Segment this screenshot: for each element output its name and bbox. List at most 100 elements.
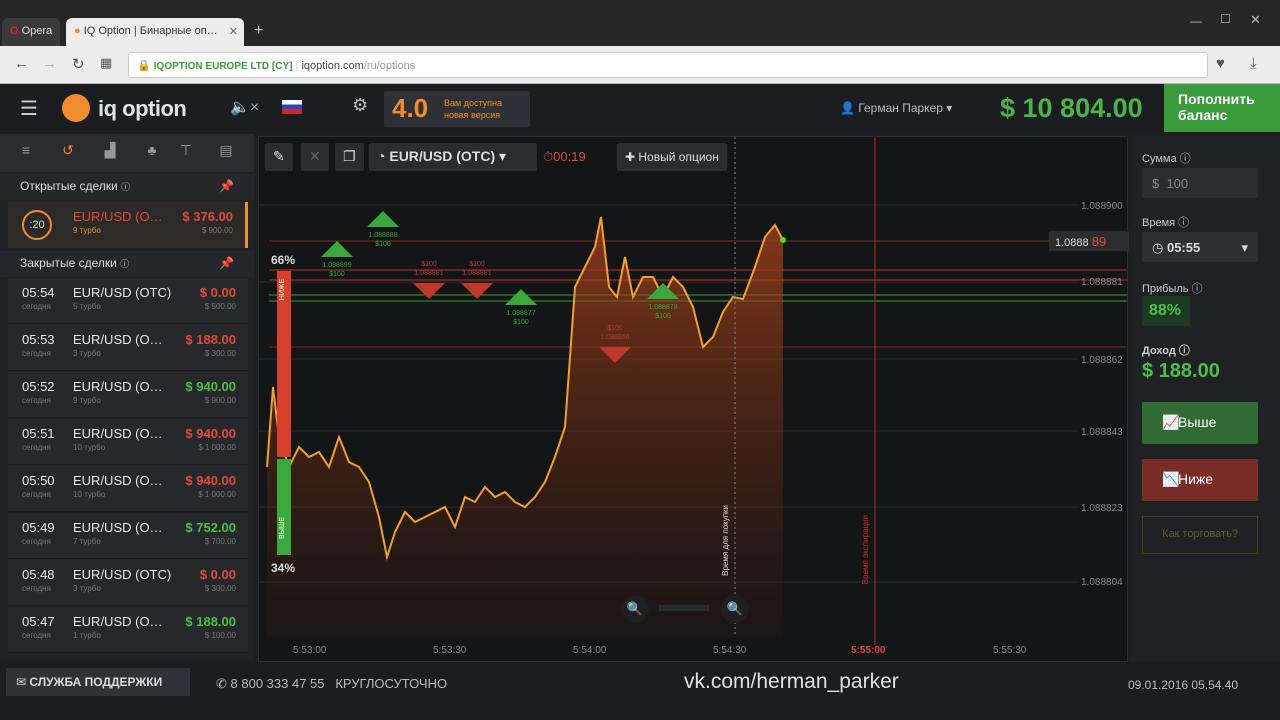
trade-asset: EUR/USD (O… — [73, 426, 163, 441]
trade-time: 05:51 — [22, 426, 55, 441]
trend-down-icon: 📉 — [1162, 471, 1180, 487]
closed-trade-row[interactable]: 05:52 сегодня EUR/USD (O… 9 турбо $ 940.… — [8, 372, 248, 418]
closed-trade-row[interactable]: 05:48 сегодня EUR/USD (OTC) 3 турбо $ 0.… — [8, 560, 248, 606]
user-menu[interactable]: 👤 Герман Паркер ▾ — [840, 101, 952, 115]
trades-panel: ≡ ↺ ▟ ♣ ⊤ ▤ Открытые сделки ⓘ 📌 :20 EUR/U… — [0, 134, 254, 660]
download-icon[interactable]: ⤓ — [1250, 55, 1257, 72]
menu-icon[interactable]: ☰ — [20, 96, 38, 121]
user-name: Герман Паркер — [858, 101, 943, 115]
lower-label: Ниже — [1178, 471, 1214, 487]
trade-sub: 10 турбо — [73, 443, 106, 452]
y-tick-label: 1.088843 — [1081, 427, 1123, 438]
iq-favicon: ● — [74, 25, 84, 37]
marker-price: 1.088881 — [414, 270, 443, 277]
forward-icon[interactable]: → — [42, 55, 57, 72]
url-host: iqoption.com — [301, 60, 364, 72]
trade-profit: $ 940.00 — [185, 426, 236, 441]
trade-profit: $ 188.00 — [185, 614, 236, 629]
browser-tab-bar: O Opera ● IQ Option | Бинарные оп… ✕ + —… — [0, 0, 1280, 46]
trade-day: сегодня — [22, 631, 51, 640]
app-header: ☰ iq option 🔈× ⚙ 4.0 Вам доступна новая … — [0, 84, 1280, 134]
trade-invest: $ 300.00 — [204, 584, 236, 593]
url-input[interactable]: 🔒 IQOPTION EUROPE LTD [CY] | iqoption.co… — [128, 52, 1208, 78]
trade-invest: $ 900.00 — [204, 396, 236, 405]
trade-sub: 10 турбо — [73, 490, 106, 499]
sound-mute-icon[interactable]: 🔈× — [230, 97, 259, 117]
minimize-icon[interactable]: — — [1190, 14, 1202, 28]
trade-day: сегодня — [22, 349, 51, 358]
footer: ✉ СЛУЖБА ПОДДЕРЖКИ ✆ 8 800 333 47 55 КРУ… — [0, 662, 1280, 720]
new-tab-button[interactable]: + — [254, 22, 263, 40]
trade-day: сегодня — [22, 584, 51, 593]
higher-button[interactable]: 📈 Выше — [1142, 402, 1258, 444]
lower-button[interactable]: 📉 Ниже — [1142, 459, 1258, 501]
profit-label: Прибыль ⓘ — [1142, 283, 1203, 295]
open-trade-sub: 9 турбо — [73, 226, 101, 235]
closed-trade-row[interactable]: 05:54 сегодня EUR/USD (OTC) 5 турбо $ 0.… — [8, 278, 248, 324]
version-banner[interactable]: 4.0 Вам доступна новая версия — [384, 91, 530, 127]
close-tab-icon[interactable]: ✕ — [229, 25, 238, 38]
trade-invest: $ 300.00 — [204, 349, 236, 358]
support-button[interactable]: ✉ СЛУЖБА ПОДДЕРЖКИ — [6, 668, 190, 696]
profit-label-text: Прибыль — [1142, 283, 1189, 295]
zoom-slider[interactable] — [659, 605, 709, 611]
x-tick-label: 5:53:30 — [433, 645, 467, 656]
marker-amount: $100 — [513, 319, 529, 326]
tab-iqoption[interactable]: ● IQ Option | Бинарные оп… ✕ — [66, 18, 244, 46]
pin-icon[interactable]: 📌 — [219, 256, 234, 270]
trade-time: 05:49 — [22, 520, 55, 535]
footer-datetime: 09.01.2016 05.54.40 — [1128, 678, 1239, 692]
heart-icon[interactable]: ♥ — [1216, 55, 1225, 72]
time-label-text: Время — [1142, 217, 1176, 229]
zoom-in-icon[interactable]: 🔍 — [721, 595, 749, 623]
closed-trade-row[interactable]: 05:50 сегодня EUR/USD (O… 10 турбо $ 940… — [8, 466, 248, 512]
trade-marker-up: 1.088899 $100 — [321, 241, 353, 278]
list-icon[interactable]: ≡ — [12, 142, 40, 164]
pin-icon[interactable]: 📌 — [219, 179, 234, 193]
users-icon[interactable]: ♣ — [138, 142, 166, 164]
trade-time: 05:48 — [22, 567, 55, 582]
amount-label-text: Сумма — [1142, 153, 1177, 165]
trade-day: сегодня — [22, 537, 51, 546]
amount-input[interactable] — [1142, 168, 1258, 198]
trade-sub: 7 турбо — [73, 537, 101, 546]
tabs-grid-icon[interactable]: ▦ — [100, 55, 112, 71]
sentiment-up-bar — [277, 459, 291, 555]
sentiment-down-label: НИЖЕ — [279, 279, 286, 301]
user-icon: 👤 — [840, 101, 859, 115]
current-price-tag: 1.0888 89 — [1049, 231, 1129, 251]
closed-trade-row[interactable]: 05:53 сегодня EUR/USD (O… 3 турбо $ 188.… — [8, 325, 248, 371]
trade-asset: EUR/USD (OTC) — [73, 285, 172, 300]
zoom-out-icon[interactable]: 🔍 — [621, 595, 649, 623]
chart-icon[interactable]: ▟ — [96, 142, 124, 164]
expiration-time-label: Время экспирации — [861, 515, 870, 585]
reload-icon[interactable]: ↻ — [72, 55, 85, 73]
x-tick-label: 5:54:30 — [713, 645, 747, 656]
trade-asset: EUR/USD (O… — [73, 379, 163, 394]
marker-amount: $100 — [421, 261, 437, 268]
closed-trade-row[interactable]: 05:47 сегодня EUR/USD (O… 1 турбо $ 188.… — [8, 607, 248, 653]
open-trades-title: Открытые сделки — [20, 179, 118, 193]
maximize-icon[interactable]: ☐ — [1220, 12, 1231, 26]
time-value: 05:55 — [1166, 240, 1201, 255]
closed-trade-row[interactable]: 05:51 сегодня EUR/USD (O… 10 турбо $ 940… — [8, 419, 248, 465]
trade-day: сегодня — [22, 396, 51, 405]
history-icon[interactable]: ↺ — [54, 142, 82, 164]
news-icon[interactable]: ▤ — [212, 142, 240, 164]
how-to-trade-button[interactable]: Как торговать? — [1142, 516, 1258, 554]
tournament-icon[interactable]: ⊤ — [172, 142, 200, 164]
trade-invest: $ 700.00 — [204, 537, 236, 546]
open-trade-row[interactable]: :20 EUR/USD (O… 9 турбо $ 376.00 $ 900.0… — [8, 202, 248, 248]
settings-icon[interactable]: ⚙ — [352, 95, 368, 116]
closed-trade-row[interactable]: 05:49 сегодня EUR/USD (O… 7 турбо $ 752.… — [8, 513, 248, 559]
deposit-button[interactable]: Пополнить баланс — [1164, 84, 1280, 132]
back-icon[interactable]: ← — [14, 55, 29, 72]
close-window-icon[interactable]: ✕ — [1250, 12, 1261, 28]
language-flag-icon[interactable] — [282, 100, 302, 114]
marker-price: 1.088878 — [648, 304, 677, 311]
trade-marker-up: 1.088888 $100 — [367, 211, 399, 248]
time-select[interactable]: ◷ 05:55 ▾ — [1142, 232, 1258, 262]
tab-opera[interactable]: O Opera — [2, 18, 60, 46]
income-value: $ 188.00 — [1142, 360, 1220, 382]
open-trade-profit: $ 376.00 — [182, 209, 233, 224]
